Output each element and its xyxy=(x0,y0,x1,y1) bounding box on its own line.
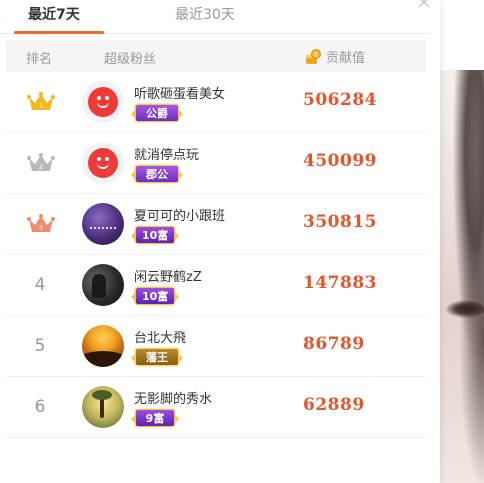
avatar[interactable] xyxy=(82,325,124,367)
tab-last-30-days[interactable]: 最近30天 xyxy=(175,4,235,32)
rank-number: 4 xyxy=(34,275,46,295)
fan-name[interactable]: 夏可可的小跟班 xyxy=(134,205,225,224)
fan-name[interactable]: 无影脚的秀水 xyxy=(134,388,212,407)
rank-crown-silver: 2 xyxy=(26,150,55,176)
live-video-background xyxy=(440,0,484,483)
close-icon[interactable] xyxy=(416,0,432,10)
ranking-table-header: 排名 超级粉丝 $ 贡献值 xyxy=(6,40,426,72)
noble-badge: 公爵 xyxy=(131,104,183,122)
contribution-value: 350815 xyxy=(303,212,377,232)
wealth-badge: 9富 xyxy=(131,409,179,427)
silver-crown-icon: 2 xyxy=(27,153,55,171)
svg-text:1: 1 xyxy=(39,103,43,110)
noble-badge: 郡公 xyxy=(131,165,183,183)
fan-name[interactable]: 听歌砸蛋看美女 xyxy=(134,83,225,102)
rank-crown-bronze: 3 xyxy=(26,211,55,237)
avatar[interactable] xyxy=(82,81,124,123)
avatar[interactable] xyxy=(82,203,124,245)
ranking-row: 2 就消停点玩 郡公 450099 xyxy=(6,133,426,194)
wealth-badge: 10富 xyxy=(130,226,180,244)
tab-last-7-days[interactable]: 最近7天 xyxy=(28,4,80,32)
ranking-row: 1 听歌砸蛋看美女 公爵 506284 xyxy=(6,72,426,133)
fan-name[interactable]: 就消停点玩 xyxy=(134,144,199,163)
rank-crown-gold: 1 xyxy=(26,89,55,115)
contribution-value: 86789 xyxy=(303,334,365,354)
avatar[interactable] xyxy=(82,142,124,184)
wealth-badge: 10富 xyxy=(130,287,180,305)
avatar[interactable] xyxy=(82,264,124,306)
ranking-row: 4 闲云野鹤zZ 10富 147883 xyxy=(6,255,426,316)
svg-text:3: 3 xyxy=(39,225,43,232)
contribution-label: 贡献值 xyxy=(326,51,366,66)
coin-icon: $ xyxy=(304,48,322,66)
fan-ranking-panel: 最近7天 最近30天 排名 超级粉丝 $ 贡献值 1 听歌砸蛋看美女 公爵 50… xyxy=(0,0,440,483)
fans-column-header: 超级粉丝 xyxy=(104,52,157,67)
svg-text:2: 2 xyxy=(39,164,43,171)
active-tab-indicator xyxy=(14,31,104,34)
fan-name[interactable]: 闲云野鹤zZ xyxy=(134,266,202,285)
bronze-crown-icon: 3 xyxy=(27,214,55,232)
contribution-value: 62889 xyxy=(303,395,365,415)
contribution-value: 450099 xyxy=(303,151,377,171)
ranking-list: 1 听歌砸蛋看美女 公爵 506284 2 就消停点玩 郡公 450099 3 … xyxy=(6,72,426,438)
rank-number: 5 xyxy=(34,336,46,356)
contribution-value: 506284 xyxy=(303,90,377,110)
period-tabs: 最近7天 最近30天 xyxy=(0,0,430,34)
rank-column-header: 排名 xyxy=(26,52,53,67)
avatar[interactable] xyxy=(82,386,124,428)
gold-crown-icon: 1 xyxy=(27,92,55,110)
fan-name[interactable]: 台北大飛 xyxy=(134,327,186,346)
contribution-column-header: $ 贡献值 xyxy=(304,47,365,66)
ranking-row: 6 无影脚的秀水 9富 62889 xyxy=(6,377,426,438)
ranking-row: 5 台北大飛 藩王 86789 xyxy=(6,316,426,377)
noble-badge: 藩王 xyxy=(131,348,183,366)
rank-number: 6 xyxy=(34,397,46,417)
ranking-row: 3 夏可可的小跟班 10富 350815 xyxy=(6,194,426,255)
contribution-value: 147883 xyxy=(303,273,377,293)
